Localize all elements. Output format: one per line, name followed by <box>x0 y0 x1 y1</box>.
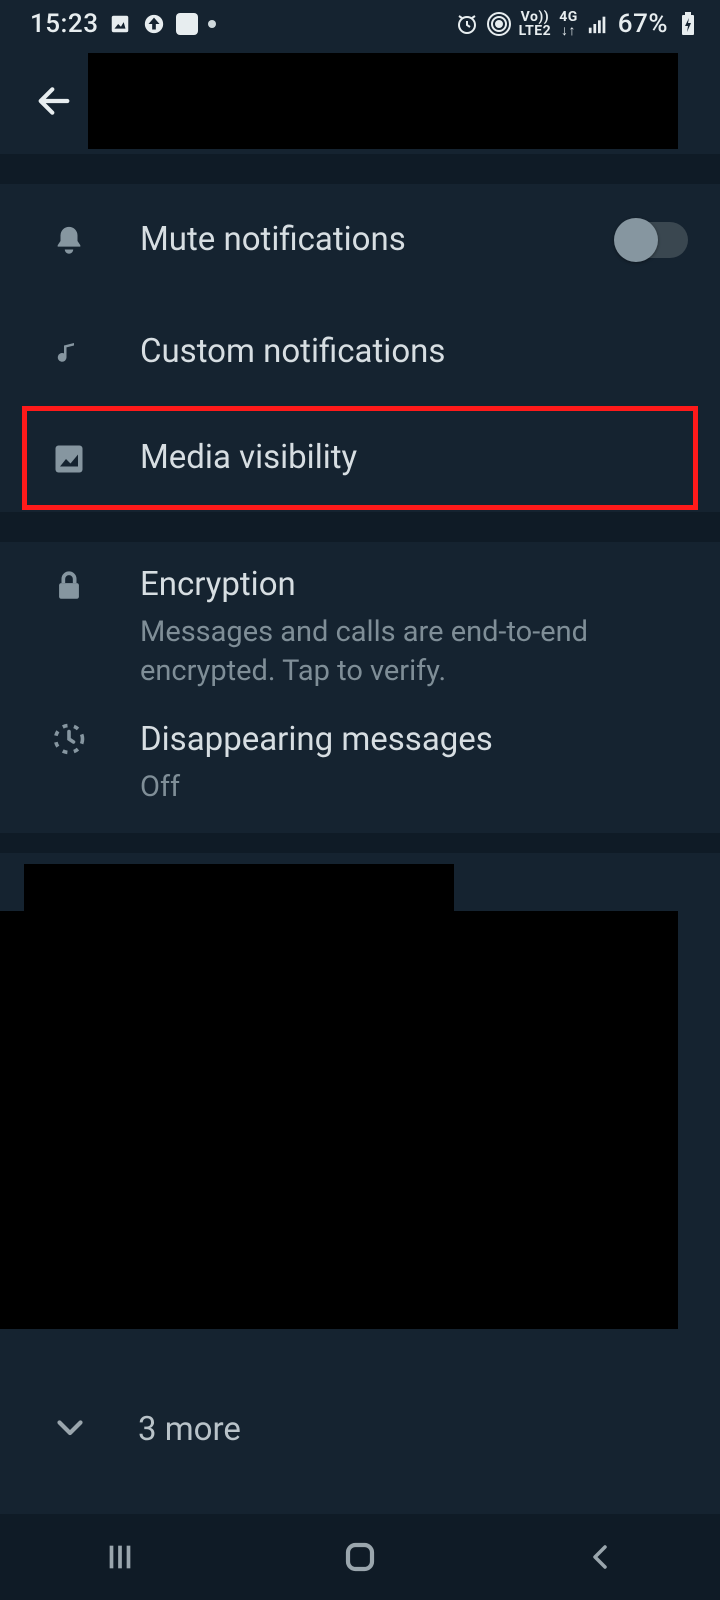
section-divider <box>0 833 720 853</box>
custom-label: Custom notifications <box>140 331 694 374</box>
image-icon <box>48 439 90 477</box>
media-label: Media visibility <box>140 437 670 480</box>
music-note-icon <box>48 333 90 371</box>
status-time: 15:23 <box>30 9 98 39</box>
system-navigation-bar <box>0 1514 720 1600</box>
section-divider <box>0 512 720 542</box>
more-notifications-dot <box>208 20 216 28</box>
mute-label: Mute notifications <box>140 219 616 262</box>
mute-notifications-row[interactable]: Mute notifications <box>0 184 720 296</box>
update-icon <box>142 12 166 36</box>
back-button[interactable] <box>30 77 78 125</box>
chevron-down-icon <box>52 1409 92 1449</box>
image-icon <box>108 12 132 36</box>
media-visibility-row[interactable]: Media visibility <box>24 408 696 508</box>
volte-indicator: Vo))LTE2 <box>519 10 552 38</box>
alarm-icon <box>455 12 479 36</box>
security-settings-panel: Encryption Messages and calls are end-to… <box>0 542 720 833</box>
mute-toggle[interactable] <box>616 222 688 258</box>
nav-back-button[interactable] <box>565 1534 635 1580</box>
hotspot-icon <box>487 12 511 36</box>
disappearing-value: Off <box>140 768 620 807</box>
contact-title-redacted <box>88 53 678 149</box>
signal-icon <box>586 12 610 36</box>
app-bar <box>0 48 720 154</box>
timer-icon <box>48 719 90 757</box>
bell-icon <box>48 220 90 260</box>
custom-notifications-row[interactable]: Custom notifications <box>0 296 720 408</box>
app-notification-icon <box>176 13 198 35</box>
nav-home-button[interactable] <box>325 1534 395 1580</box>
disappearing-messages-row[interactable]: Disappearing messages Off <box>0 705 720 833</box>
section-heading-redacted <box>24 864 454 912</box>
mobile-data-indicator: 4G↓↑ <box>559 10 578 38</box>
encryption-label: Encryption <box>140 564 694 607</box>
battery-percent: 67% <box>618 9 668 39</box>
section-divider <box>0 154 720 184</box>
notification-settings-panel: Mute notifications Custom notifications … <box>0 184 720 508</box>
lock-icon <box>48 564 90 606</box>
status-bar: 15:23 Vo))LTE2 4G↓↑ <box>0 0 720 48</box>
more-label: 3 more <box>138 1410 241 1449</box>
battery-charging-icon <box>676 12 700 36</box>
encryption-subtitle: Messages and calls are end-to-end encryp… <box>140 613 620 691</box>
participants-list-redacted <box>0 911 678 1329</box>
disappearing-label: Disappearing messages <box>140 719 694 762</box>
encryption-row[interactable]: Encryption Messages and calls are end-to… <box>0 542 720 705</box>
show-more-row[interactable]: 3 more <box>0 1369 720 1489</box>
nav-recents-button[interactable] <box>85 1534 155 1580</box>
